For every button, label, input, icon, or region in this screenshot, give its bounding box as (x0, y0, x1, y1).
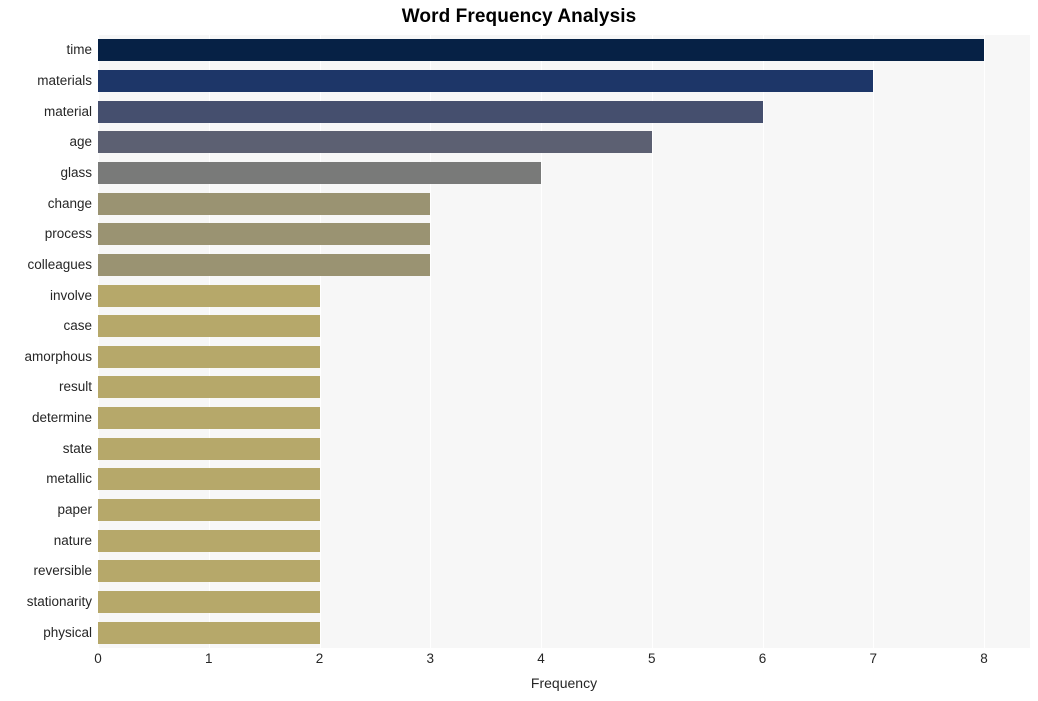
bar-colleagues (98, 253, 431, 276)
x-tick-label-0: 0 (94, 651, 102, 666)
y-tick-label-metallic: metallic (46, 471, 92, 487)
x-axis-title: Frequency (530, 675, 598, 691)
bar-metallic (98, 468, 320, 491)
x-tick-label-7: 7 (869, 651, 878, 666)
bar-row (98, 253, 1030, 276)
x-axis-tick-labels: 0 1 2 3 4 5 6 7 8 (0, 652, 1038, 674)
bar-row (98, 100, 1030, 123)
bar-state (98, 437, 320, 460)
y-tick-label-physical: physical (43, 624, 92, 640)
bar-nature (98, 529, 320, 552)
word-frequency-chart: Word Frequency Analysis time materials mat… (0, 0, 1038, 701)
y-tick-label-glass: glass (60, 164, 92, 180)
y-tick-label-change: change (47, 195, 92, 211)
bar-result (98, 376, 320, 399)
bar-time (98, 39, 984, 62)
bar-amorphous (98, 345, 320, 368)
bar-row (98, 131, 1030, 154)
plot-area (98, 35, 1030, 648)
bar-case (98, 315, 320, 338)
y-tick-label-state: state (62, 440, 92, 456)
bar-reversible (98, 560, 320, 583)
chart-title: Word Frequency Analysis (401, 6, 637, 27)
y-tick-label-material: material (43, 103, 92, 119)
x-tick-label-4: 4 (537, 651, 545, 666)
y-tick-label-nature: nature (53, 532, 92, 548)
y-tick-label-stationarity: stationarity (26, 594, 92, 610)
y-tick-label-reversible: reversible (33, 563, 92, 579)
bar-row (98, 69, 1030, 92)
x-tick-label-5: 5 (647, 651, 656, 666)
bar-row (98, 284, 1030, 307)
x-tick-label-3: 3 (426, 651, 435, 666)
y-axis-tick-labels: time materials material age glass change proce… (0, 35, 92, 648)
y-tick-label-determine: determine (31, 410, 92, 426)
bar-process (98, 223, 431, 246)
bar-row (98, 407, 1030, 430)
bar-stationarity (98, 591, 320, 614)
bar-determine (98, 407, 320, 430)
bar-glass (98, 161, 541, 184)
y-tick-label-time: time (66, 42, 92, 58)
x-tick-label-8: 8 (980, 651, 988, 666)
y-tick-label-involve: involve (49, 287, 92, 303)
y-tick-label-colleagues: colleagues (27, 256, 92, 272)
bar-row (98, 39, 1030, 62)
y-tick-label-process: process (44, 226, 92, 242)
bar-row (98, 223, 1030, 246)
bar-row (98, 315, 1030, 338)
bar-age (98, 131, 652, 154)
bar-row (98, 560, 1030, 583)
bar-row (98, 499, 1030, 522)
bar-row (98, 621, 1030, 644)
bar-row (98, 345, 1030, 368)
bar-row (98, 161, 1030, 184)
bar-row (98, 192, 1030, 215)
bar-row (98, 437, 1030, 460)
bar-involve (98, 284, 320, 307)
y-tick-label-amorphous: amorphous (24, 348, 92, 364)
y-tick-label-case: case (63, 318, 92, 334)
bar-physical (98, 621, 320, 644)
x-tick-label-2: 2 (315, 651, 324, 666)
bar-row (98, 468, 1030, 491)
bar-paper (98, 499, 320, 522)
bar-row (98, 591, 1030, 614)
x-tick-label-6: 6 (758, 651, 767, 666)
bar-row (98, 376, 1030, 399)
y-tick-label-result: result (58, 379, 92, 395)
bar-materials (98, 69, 874, 92)
bar-series (98, 35, 1030, 648)
bar-change (98, 192, 431, 215)
y-tick-label-age: age (69, 134, 92, 150)
bar-material (98, 100, 763, 123)
y-tick-label-paper: paper (57, 502, 92, 518)
x-tick-label-1: 1 (204, 651, 213, 666)
bar-row (98, 529, 1030, 552)
y-tick-label-materials: materials (37, 72, 92, 88)
